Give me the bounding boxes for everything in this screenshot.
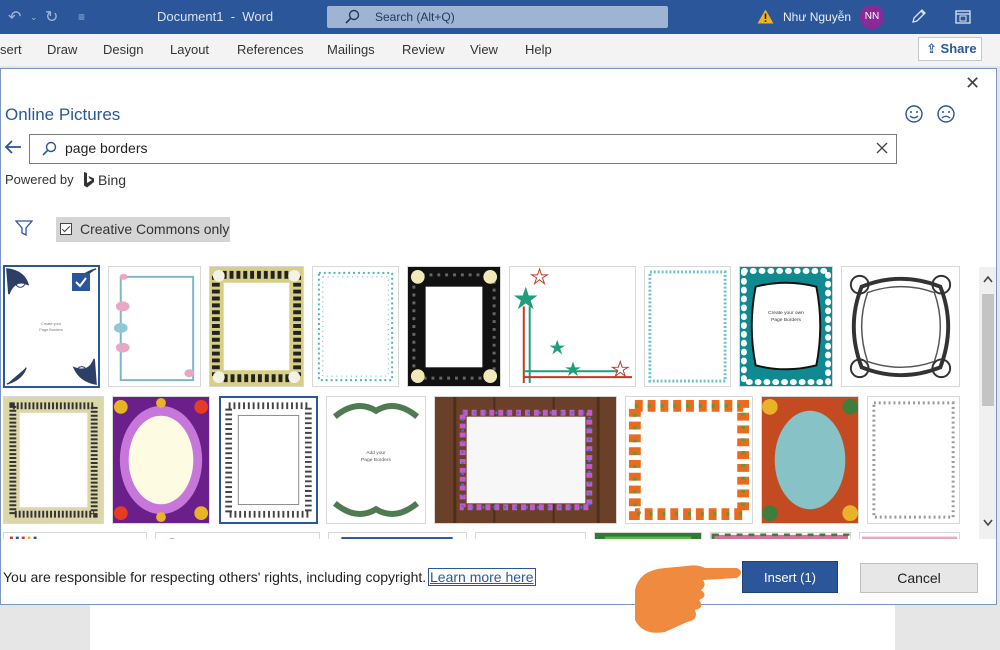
result-thumbnail-8[interactable]: Create your own Page Borders	[739, 266, 833, 387]
scroll-up-icon[interactable]	[983, 275, 993, 283]
result-thumbnail-7[interactable]	[644, 266, 731, 387]
result-thumbnail-13[interactable]: Add your Page Borders	[326, 396, 426, 524]
user-name[interactable]: Như Nguyễn	[783, 10, 851, 24]
clear-search-icon[interactable]	[875, 141, 889, 155]
learn-more-link[interactable]: Learn more here	[428, 568, 536, 586]
result-thumbnail-12[interactable]	[219, 396, 318, 524]
tab-layout[interactable]: Layout	[170, 42, 209, 57]
result-thumbnail-6[interactable]	[509, 266, 636, 387]
avatar[interactable]: NN	[860, 5, 884, 29]
search-box[interactable]: Search (Alt+Q)	[327, 6, 668, 28]
creative-commons-label: Creative Commons only	[80, 221, 230, 237]
insert-button[interactable]: Insert (1)	[742, 561, 838, 593]
result-thumbnail-15[interactable]	[625, 396, 753, 524]
result-thumbnail-16[interactable]	[761, 396, 859, 524]
bing-label: Bing	[98, 172, 127, 188]
smile-feedback-icon[interactable]	[904, 104, 924, 124]
tab-mailings[interactable]: Mailings	[327, 42, 375, 57]
result-thumbnail-2[interactable]	[108, 266, 201, 387]
tab-design[interactable]: Design	[103, 42, 143, 57]
warning-icon[interactable]	[757, 9, 774, 24]
result-thumbnail-9[interactable]	[841, 266, 960, 387]
image-search-input[interactable]	[65, 140, 845, 156]
thumb-caption: Page Borders	[771, 317, 801, 323]
search-icon	[42, 141, 57, 156]
pen-icon[interactable]	[910, 7, 928, 25]
result-thumbnail-10[interactable]	[3, 396, 104, 524]
tab-draw[interactable]: Draw	[47, 42, 77, 57]
document-title: Document1 - Word	[157, 9, 274, 24]
undo-icon[interactable]: ↶	[8, 7, 21, 27]
thumb-caption: Page Borders	[361, 457, 391, 463]
close-icon[interactable]: ✕	[965, 73, 980, 94]
dialog-title: Online Pictures	[5, 105, 121, 124]
title-bar: ↶ ⌄ ↻ ≡ Document1 - Word Search (Alt+Q) …	[0, 0, 1000, 34]
powered-by-label: Powered by	[5, 172, 74, 187]
result-thumbnail-3[interactable]	[209, 266, 304, 387]
result-thumbnail-11[interactable]	[112, 396, 210, 524]
scroll-down-icon[interactable]	[983, 519, 993, 527]
thumb-caption: Add your	[366, 450, 386, 456]
search-placeholder: Search (Alt+Q)	[375, 10, 455, 24]
creative-commons-checkbox[interactable]	[60, 223, 72, 235]
tab-help[interactable]: Help	[525, 42, 552, 57]
share-icon: ⇪	[926, 41, 937, 56]
result-thumbnail-17[interactable]	[867, 396, 960, 524]
back-arrow-icon[interactable]	[3, 138, 23, 156]
result-thumbnail-5[interactable]	[407, 266, 501, 387]
online-pictures-dialog: ✕ Online Pictures Powered by Bing Creati…	[0, 68, 997, 605]
results-scrollbar[interactable]	[979, 267, 996, 539]
share-button[interactable]: ⇪ Share	[918, 37, 982, 61]
frown-feedback-icon[interactable]	[936, 104, 956, 124]
tab-review[interactable]: Review	[402, 42, 445, 57]
result-thumbnail-14[interactable]	[434, 396, 617, 524]
result-thumbnail-4[interactable]	[312, 266, 399, 387]
tab-insert[interactable]: sert	[0, 42, 22, 57]
thumb-caption: Page Borders	[39, 328, 62, 332]
cancel-button[interactable]: Cancel	[860, 563, 978, 593]
ribbon-tabs: sert Draw Design Layout References Maili…	[0, 34, 1000, 66]
dialog-footer: You are responsible for respecting other…	[1, 539, 996, 604]
image-search-field[interactable]	[29, 134, 897, 164]
creative-commons-filter[interactable]: Creative Commons only	[56, 217, 230, 242]
thumb-caption: Create your own	[768, 310, 804, 316]
search-icon	[345, 9, 360, 24]
tab-references[interactable]: References	[237, 42, 303, 57]
thumb-caption: Create your	[41, 322, 62, 326]
undo-dropdown-icon[interactable]: ⌄	[30, 12, 38, 23]
redo-icon[interactable]: ↻	[45, 7, 58, 27]
restore-window-icon[interactable]	[955, 10, 971, 24]
filter-icon[interactable]	[15, 220, 33, 236]
pointing-hand-icon	[635, 565, 741, 633]
customize-toolbar-icon[interactable]: ≡	[78, 10, 85, 24]
scroll-thumb[interactable]	[982, 294, 994, 406]
bing-logo-icon	[84, 172, 94, 188]
selected-check-icon	[72, 273, 90, 291]
tab-view[interactable]: View	[470, 42, 498, 57]
rights-notice: You are responsible for respecting other…	[3, 569, 427, 585]
